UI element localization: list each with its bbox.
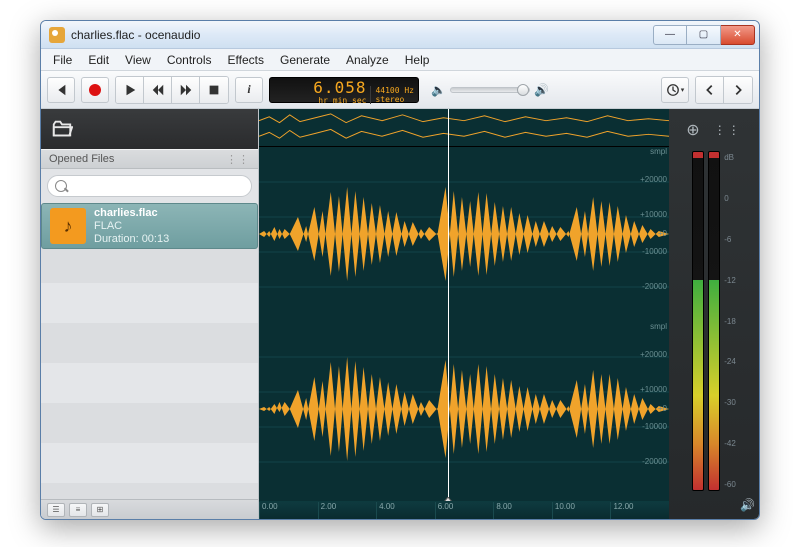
playback-cursor[interactable] [448,109,449,501]
maximize-button[interactable]: ▢ [687,25,721,45]
time-units: hr min sec [318,97,366,105]
view-grid-button[interactable]: ⊞ [91,503,109,517]
music-note-icon: ♪ [50,208,86,244]
waveform-area[interactable]: smpl +20000 +10000 +0 -10000 -20000 smpl… [259,109,669,519]
file-duration: Duration: 00:13 [94,233,169,246]
app-icon [49,27,65,43]
menu-help[interactable]: Help [397,51,438,69]
menu-view[interactable]: View [117,51,159,69]
skip-start-button[interactable] [47,77,75,103]
minimize-button[interactable]: — [653,25,687,45]
search-input[interactable] [47,175,252,197]
nav-forward-button[interactable] [724,77,752,103]
file-list[interactable]: ♪ charlies.flac FLAC Duration: 00:13 [41,203,258,499]
sidebar: Opened Files ⋮⋮ ♪ charlies.flac FLAC Dur… [41,109,259,519]
file-name: charlies.flac [94,207,169,220]
section-title: Opened Files [49,153,114,165]
sidebar-header[interactable] [41,109,258,149]
titlebar[interactable]: charlies.flac - ocenaudio — ▢ ✕ [41,21,759,49]
app-window: charlies.flac - ocenaudio — ▢ ✕ File Edi… [40,20,760,520]
sidebar-section-header[interactable]: Opened Files ⋮⋮ [41,149,258,169]
waveform-channel-left[interactable]: smpl +20000 +10000 +0 -10000 -20000 [259,147,669,322]
right-panel: ⊕ ⋮⋮ dB 0 -6 -12 -18 -24 -30 -42 [669,109,759,519]
record-button[interactable] [81,77,109,103]
sidebar-footer: ☰ ≡ ⊞ [41,499,258,519]
meter-right [708,151,720,491]
nav-back-button[interactable] [696,77,724,103]
stop-button[interactable] [200,77,228,103]
channel-mode: stereo [375,95,414,104]
menu-effects[interactable]: Effects [220,51,272,69]
info-button[interactable]: i [235,77,263,103]
transport-group [115,76,229,104]
history-button[interactable]: ▾ [661,77,689,103]
menu-edit[interactable]: Edit [80,51,117,69]
close-button[interactable]: ✕ [721,25,755,45]
editor-main: smpl +20000 +10000 +0 -10000 -20000 smpl… [259,109,759,519]
smpl-label: smpl [650,322,667,331]
settings-sliders-icon[interactable]: ⋮⋮ [714,123,742,137]
level-meter: dB 0 -6 -12 -18 -24 -30 -42 -60 [673,151,755,491]
speaker-max-icon: 🔊 [534,83,549,97]
view-detail-button[interactable]: ≡ [69,503,87,517]
waveform-channel-right[interactable]: smpl +20000 +10000 +0 -10000 -20000 [259,322,669,497]
menu-analyze[interactable]: Analyze [338,51,397,69]
folder-open-icon [51,118,73,140]
time-value: 6.058 [313,78,366,97]
drag-handle-icon[interactable]: ⋮⋮ [226,153,250,166]
meter-left [692,151,704,491]
output-speaker-icon[interactable]: 🔊 [673,495,755,515]
time-display[interactable]: 6.058 hr min sec 44100 Hz stereo [269,77,419,103]
file-format: FLAC [94,220,169,233]
file-list-item[interactable]: ♪ charlies.flac FLAC Duration: 00:13 [41,203,258,249]
forward-button[interactable] [172,77,200,103]
play-button[interactable] [116,77,144,103]
db-scale: dB 0 -6 -12 -18 -24 -30 -42 -60 [724,151,736,491]
record-icon [89,84,101,96]
time-ruler[interactable]: 0.00 2.00 4.00 6.00 8.00 10.00 12.00 [259,501,669,519]
sample-rate: 44100 Hz [375,86,414,95]
view-list-button[interactable]: ☰ [47,503,65,517]
volume-knob[interactable] [517,84,529,96]
menu-controls[interactable]: Controls [159,51,220,69]
menu-file[interactable]: File [45,51,80,69]
volume-slider[interactable] [450,87,530,93]
rewind-button[interactable] [144,77,172,103]
menu-generate[interactable]: Generate [272,51,338,69]
overview-strip[interactable] [259,109,669,147]
zoom-in-icon[interactable]: ⊕ [686,120,699,140]
toolbar: i 6.058 hr min sec 44100 Hz stereo 🔈 🔊 ▾ [41,71,759,109]
window-title: charlies.flac - ocenaudio [71,28,653,42]
smpl-label: smpl [650,147,667,156]
menu-bar: File Edit View Controls Effects Generate… [41,49,759,71]
speaker-min-icon: 🔈 [431,83,446,97]
